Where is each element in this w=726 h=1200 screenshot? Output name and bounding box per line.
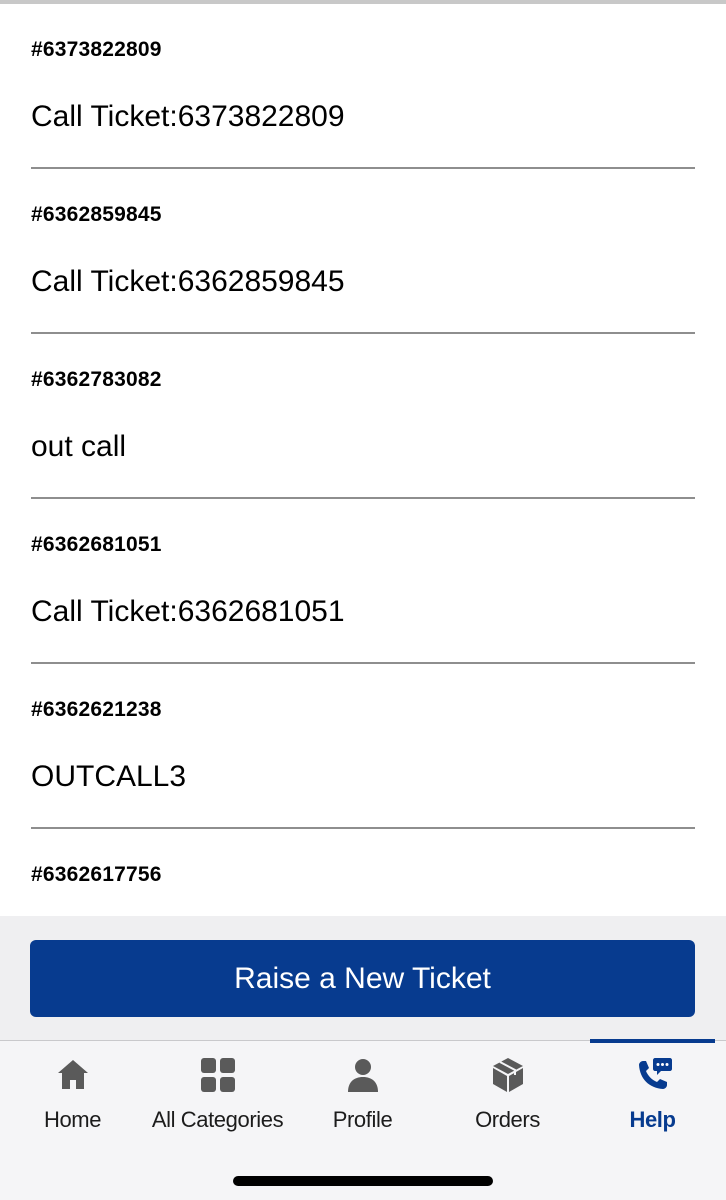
raise-new-ticket-button[interactable]: Raise a New Ticket xyxy=(30,940,695,1017)
ticket-subject: Call Ticket:6362859845 xyxy=(31,265,345,298)
tab-profile[interactable]: Profile xyxy=(290,1041,435,1151)
ticket-id: #6362681051 xyxy=(31,533,162,556)
tab-help[interactable]: Help xyxy=(580,1041,725,1151)
ticket-subject: OUTCALL3 xyxy=(31,760,187,793)
ticket-id: #6362859845 xyxy=(31,203,162,226)
ticket-id: #6373822809 xyxy=(31,38,162,61)
package-box-icon xyxy=(492,1058,523,1092)
help-tickets-screen: #6373822809 Call Ticket:6373822809 #6362… xyxy=(0,0,726,1200)
tab-label: Help xyxy=(629,1107,676,1132)
ticket-item[interactable]: #6373822809 Call Ticket:6373822809 xyxy=(31,4,695,169)
tab-home[interactable]: Home xyxy=(0,1041,145,1151)
ticket-item[interactable]: #6362617756 xyxy=(31,829,695,916)
ticket-id: #6362617756 xyxy=(31,863,162,886)
ticket-subject: out call xyxy=(31,430,127,463)
person-icon xyxy=(347,1059,378,1092)
ticket-item[interactable]: #6362621238 OUTCALL3 xyxy=(31,664,695,829)
tab-label: Home xyxy=(43,1107,102,1132)
home-icon xyxy=(57,1060,88,1089)
categories-grid-icon xyxy=(200,1058,235,1092)
ticket-subject: Call Ticket:6362681051 xyxy=(31,595,345,628)
ticket-item[interactable]: #6362859845 Call Ticket:6362859845 xyxy=(31,169,695,334)
ticket-item[interactable]: #6362783082 out call xyxy=(31,334,695,499)
ticket-item[interactable]: #6362681051 Call Ticket:6362681051 xyxy=(31,499,695,664)
phone-chat-icon xyxy=(638,1058,672,1089)
ticket-id: #6362783082 xyxy=(31,368,162,391)
home-indicator[interactable] xyxy=(233,1176,493,1186)
ticket-list[interactable]: #6373822809 Call Ticket:6373822809 #6362… xyxy=(0,4,726,916)
tab-label: Profile xyxy=(332,1107,393,1132)
ticket-id: #6362621238 xyxy=(31,698,162,721)
action-area: Raise a New Ticket xyxy=(0,916,726,1040)
bottom-tab-bar: Home All Categories Profile Orders Help xyxy=(0,1039,726,1200)
ticket-subject: Call Ticket:6373822809 xyxy=(31,100,345,133)
tab-label: All Categories xyxy=(151,1107,284,1132)
tab-all-categories[interactable]: All Categories xyxy=(145,1041,290,1151)
tab-label: Orders xyxy=(475,1107,540,1132)
tab-orders[interactable]: Orders xyxy=(435,1041,580,1151)
